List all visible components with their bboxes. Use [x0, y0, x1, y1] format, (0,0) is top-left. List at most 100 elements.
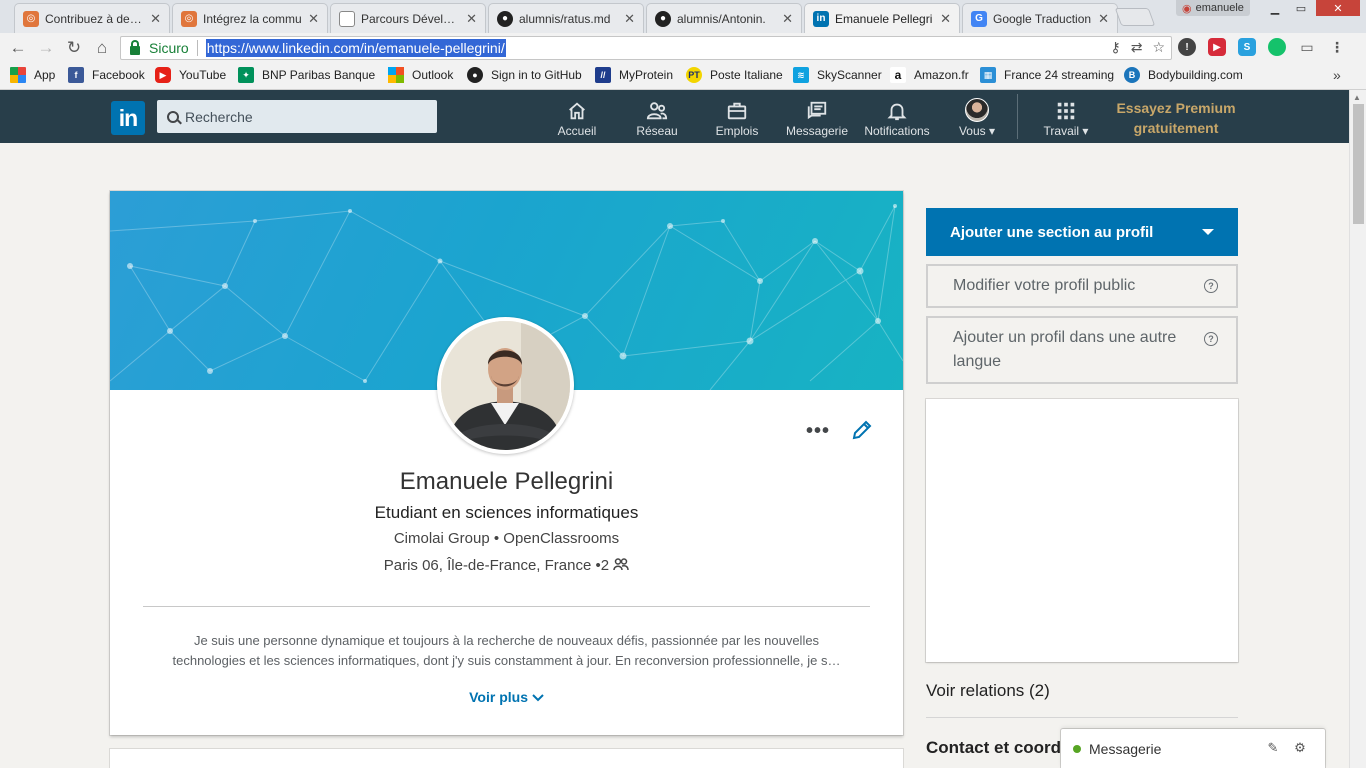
close-icon[interactable]: ✕ — [1098, 11, 1109, 27]
bookmark-github[interactable]: ● Sign in to GitHub — [467, 67, 582, 83]
scroll-up-icon[interactable]: ▲ — [1353, 93, 1361, 102]
skyscanner-icon: ≋ — [793, 67, 809, 83]
new-tab-button[interactable] — [1114, 8, 1156, 26]
browser-tab[interactable]: ◎ Contribuez à des p ✕ — [14, 3, 170, 33]
profile-name: Emanuele Pellegrini — [399, 468, 614, 495]
contact-info-heading[interactable]: Contact et coord — [926, 738, 1061, 758]
bookmark-bnp[interactable]: ✦ BNP Paribas Banque — [238, 67, 375, 83]
extension-video-icon[interactable]: ▶ — [1208, 38, 1226, 56]
browser-tab-active[interactable]: in Emanuele Pellegri ✕ — [804, 3, 960, 33]
more-actions-icon[interactable]: ••• — [806, 421, 830, 441]
bnp-icon: ✦ — [238, 67, 254, 83]
bookmark-facebook[interactable]: f Facebook — [68, 67, 145, 83]
next-profile-card — [110, 749, 903, 768]
see-connections-link[interactable]: Voir relations (2) — [926, 681, 1050, 701]
bookmark-myprotein[interactable]: // MyProtein — [595, 67, 673, 83]
extension-puzzle-icon[interactable]: S — [1238, 38, 1256, 56]
browser-profile-badge[interactable]: ◉ emanuele — [1176, 0, 1250, 16]
nav-network[interactable]: Réseau — [617, 98, 697, 138]
caret-down-icon — [1202, 229, 1214, 235]
nav-label: Accueil — [557, 124, 597, 138]
browser-tab[interactable]: G Google Traduction ✕ — [962, 3, 1118, 33]
nav-work[interactable]: Travail ▾ — [1026, 98, 1106, 138]
page-scrollbar[interactable]: ▲ — [1349, 90, 1366, 768]
close-icon[interactable]: ✕ — [150, 11, 161, 27]
nav-notifications[interactable]: Notifications — [857, 98, 937, 138]
browser-tab[interactable]: Parcours Développ ✕ — [330, 3, 486, 33]
connections-count[interactable]: •2 — [596, 557, 610, 574]
see-more-link[interactable]: Voir plus — [110, 689, 903, 705]
profile-photo[interactable] — [437, 317, 574, 454]
help-icon[interactable]: ? — [1204, 279, 1218, 293]
back-button[interactable]: ← — [7, 37, 29, 59]
bookmarks-bar: App f Facebook ▶ YouTube ✦ BNP Paribas Banq… — [0, 62, 1366, 90]
tab-title: Parcours Développ — [361, 11, 461, 26]
close-icon[interactable]: ✕ — [308, 11, 319, 27]
url-text[interactable]: https://www.linkedin.com/in/emanuele-pel… — [205, 39, 506, 57]
edit-public-profile-button[interactable]: Modifier votre profil public ? — [926, 264, 1238, 308]
pencil-edit-icon[interactable] — [850, 418, 874, 442]
cast-icon[interactable]: ▭ — [1298, 38, 1316, 56]
nav-home[interactable]: Accueil — [537, 98, 617, 138]
bookmark-bodybuilding[interactable]: B Bodybuilding.com — [1124, 67, 1243, 83]
forward-button[interactable]: → — [35, 37, 57, 59]
minimize-button[interactable]: ▁ — [1262, 0, 1288, 16]
outlook-icon — [388, 67, 404, 83]
extension-grammarly-icon[interactable] — [1268, 38, 1286, 56]
address-bar[interactable]: Sicuro https://www.linkedin.com/in/emanu… — [120, 36, 1172, 60]
help-icon[interactable]: ? — [1204, 332, 1218, 346]
scrollbar-thumb[interactable] — [1353, 104, 1364, 224]
close-icon[interactable]: ✕ — [782, 11, 793, 27]
premium-line2: gratuitement — [1133, 120, 1219, 136]
tab-title: Contribuez à des p — [45, 11, 145, 26]
search-input[interactable]: Recherche — [157, 100, 437, 133]
linkedin-logo[interactable]: in — [111, 101, 145, 135]
lock-icon — [130, 39, 140, 55]
gear-icon[interactable]: ⚙ — [1293, 740, 1307, 755]
profile-headline: Etudiant en sciences informatiques — [374, 503, 639, 522]
extension-lightbulb-icon[interactable]: ! — [1178, 38, 1196, 56]
home-button[interactable]: ⌂ — [91, 37, 113, 59]
chrome-menu-icon[interactable]: ⋮ — [1328, 38, 1346, 56]
profile-location: Paris 06, Île-de-France, France •2 — [110, 557, 903, 574]
key-icon[interactable]: ⚷ — [1110, 39, 1120, 56]
bookmark-label: SkyScanner — [817, 68, 882, 82]
maximize-button[interactable]: ▭ — [1288, 0, 1314, 16]
browser-tab[interactable]: ● alumnis/Antonin. ✕ — [646, 3, 802, 33]
close-icon[interactable]: ✕ — [624, 11, 635, 27]
close-window-button[interactable]: ✕ — [1316, 0, 1360, 16]
bookmark-skyscanner[interactable]: ≋ SkyScanner — [793, 67, 882, 83]
close-icon[interactable]: ✕ — [466, 11, 477, 27]
add-profile-section-button[interactable]: Ajouter une section au profil — [926, 208, 1238, 256]
add-language-profile-button[interactable]: Ajouter un profil dans une autre langue … — [926, 316, 1238, 384]
bodybuilding-icon: B — [1124, 67, 1140, 83]
nav-label: Travail ▾ — [1043, 124, 1089, 138]
profile-summary: Je suis une personne dynamique et toujou… — [143, 631, 870, 671]
nav-jobs[interactable]: Emplois — [697, 98, 777, 138]
premium-link[interactable]: Essayez Premium gratuitement — [1108, 98, 1244, 138]
browser-tab[interactable]: ● alumnis/ratus.md ✕ — [488, 3, 644, 33]
nav-messaging[interactable]: Messagerie — [777, 98, 857, 138]
compose-icon[interactable]: ✎ — [1266, 740, 1280, 755]
search-placeholder: Recherche — [185, 108, 253, 125]
close-icon[interactable]: ✕ — [940, 11, 951, 27]
nav-me[interactable]: Vous ▾ — [937, 98, 1017, 138]
extension-icons: ! ▶ S ▭ ⋮ — [1178, 38, 1346, 56]
translate-icon[interactable]: ⇄ — [1131, 39, 1143, 56]
bookmark-poste[interactable]: PT Poste Italiane — [686, 67, 783, 83]
bookmark-outlook[interactable]: Outlook — [388, 67, 453, 83]
bookmark-france24[interactable]: ▦ France 24 streaming — [980, 67, 1114, 83]
browser-tab[interactable]: ◎ Intégrez la commu ✕ — [172, 3, 328, 33]
bookmark-youtube[interactable]: ▶ YouTube — [155, 67, 226, 83]
reload-button[interactable]: ↻ — [63, 37, 85, 59]
profile-companies[interactable]: Cimolai Group • OpenClassrooms — [110, 530, 903, 547]
bookmark-apps[interactable]: App — [10, 67, 55, 83]
bookmarks-overflow-icon[interactable]: » — [1333, 67, 1341, 83]
summary-line: Je suis une personne dynamique et toujou… — [193, 633, 820, 648]
bookmark-amazon[interactable]: a Amazon.fr — [890, 67, 969, 83]
messaging-overlay-bar[interactable]: Messagerie ✎ ⚙ — [1061, 729, 1325, 768]
connections-icon[interactable] — [613, 557, 630, 574]
home-icon — [537, 98, 617, 122]
bookmark-label: Poste Italiane — [710, 68, 783, 82]
star-icon[interactable]: ☆ — [1152, 39, 1165, 56]
